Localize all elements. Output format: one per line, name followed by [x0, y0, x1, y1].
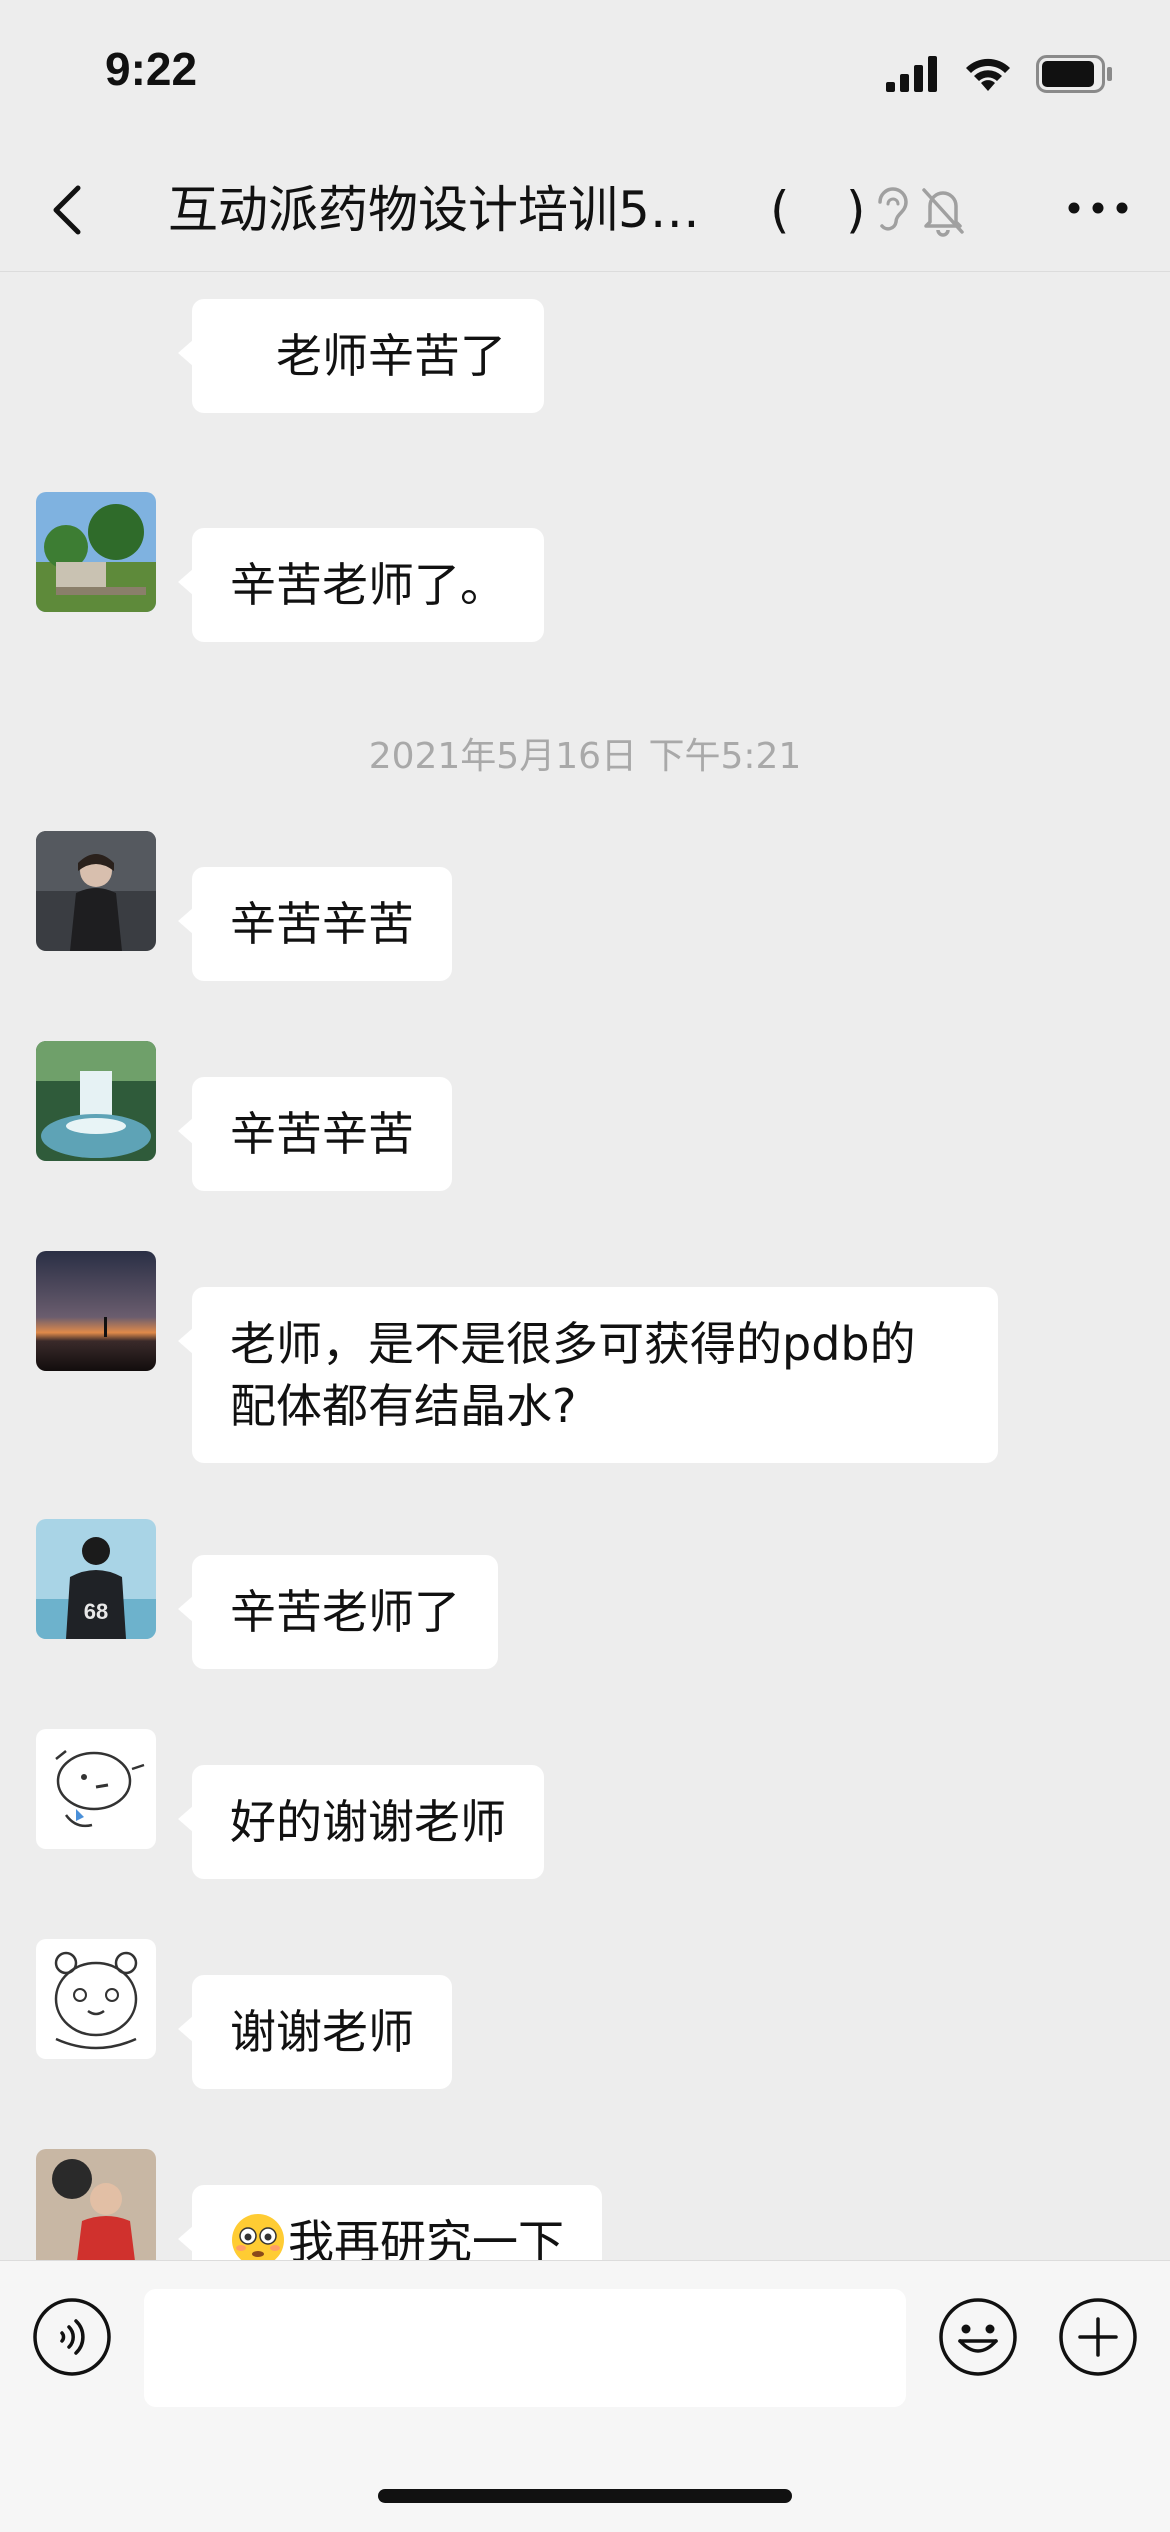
title-paren-open: (: [770, 181, 790, 239]
chat-header: 互动派药物设计培训5… ( ): [0, 150, 1170, 272]
avatar-red-child: [36, 2149, 156, 2260]
flushed-face-icon: [232, 2214, 284, 2260]
avatar-sport-68: 68: [36, 1519, 156, 1639]
title-paren-close: ): [846, 181, 866, 239]
message-timestamp: 2021年5月16日 下午5:21: [368, 736, 802, 777]
message-bubble[interactable]: 辛苦老师了: [178, 1555, 498, 1669]
message-text: 我再研究一下: [288, 2215, 564, 2260]
add-more-icon[interactable]: [1058, 2297, 1138, 2377]
signal-icon: [886, 56, 937, 92]
avatar-cartoon-dog: [36, 1729, 156, 1849]
avatar-person-dark: [36, 831, 156, 951]
message-bubble[interactable]: 辛苦辛苦: [178, 1077, 452, 1191]
message-input[interactable]: [144, 2289, 906, 2407]
status-bar: 9:22: [0, 0, 1170, 150]
avatar-landscape-tree: [36, 492, 156, 612]
status-icons: [886, 52, 1114, 96]
more-options-icon[interactable]: [1066, 186, 1130, 230]
message-bubble[interactable]: 我再研究一下: [178, 2185, 602, 2260]
earpiece-mode-icon: [878, 187, 908, 231]
avatar-waterfall: [36, 1041, 156, 1161]
svg-text:68: 68: [84, 1599, 108, 1624]
message-bubble[interactable]: 辛苦老师了。: [178, 528, 544, 642]
status-time: 9:22: [105, 43, 198, 95]
battery-icon: [1036, 55, 1112, 93]
avatar[interactable]: [36, 1729, 156, 1849]
wifi-icon: [966, 58, 1010, 91]
avatar-cartoon-bear: [36, 1939, 156, 2059]
avatar[interactable]: 68: [36, 1519, 156, 1639]
avatar[interactable]: [36, 1939, 156, 2059]
message-bubble[interactable]: 谢谢老师: [178, 1975, 452, 2089]
mute-bell-icon: [922, 188, 964, 237]
message-bubble[interactable]: 辛苦辛苦: [178, 867, 452, 981]
back-arrow-icon[interactable]: [40, 180, 100, 240]
avatar[interactable]: [36, 2149, 156, 2260]
message-list[interactable]: 老师辛苦了 辛苦老师了。 2021年5月16日 下午5:21 辛苦辛苦 辛苦辛苦…: [0, 273, 1170, 2260]
avatar[interactable]: [36, 1251, 156, 1371]
message-bubble[interactable]: 老师辛苦了: [178, 299, 544, 413]
home-indicator: [378, 2489, 792, 2503]
avatar[interactable]: [36, 1041, 156, 1161]
voice-input-icon[interactable]: [32, 2297, 112, 2377]
message-bubble[interactable]: 老师，是不是很多可获得的pdb的配体都有结晶水?: [178, 1287, 998, 1463]
avatar-sunset: [36, 1251, 156, 1371]
input-bar: [0, 2260, 1170, 2532]
message-bubble[interactable]: 好的谢谢老师: [178, 1765, 544, 1879]
emoji-icon[interactable]: [938, 2297, 1018, 2377]
chat-title: 互动派药物设计培训5…: [168, 181, 700, 239]
avatar[interactable]: [36, 492, 156, 612]
avatar[interactable]: [36, 831, 156, 951]
